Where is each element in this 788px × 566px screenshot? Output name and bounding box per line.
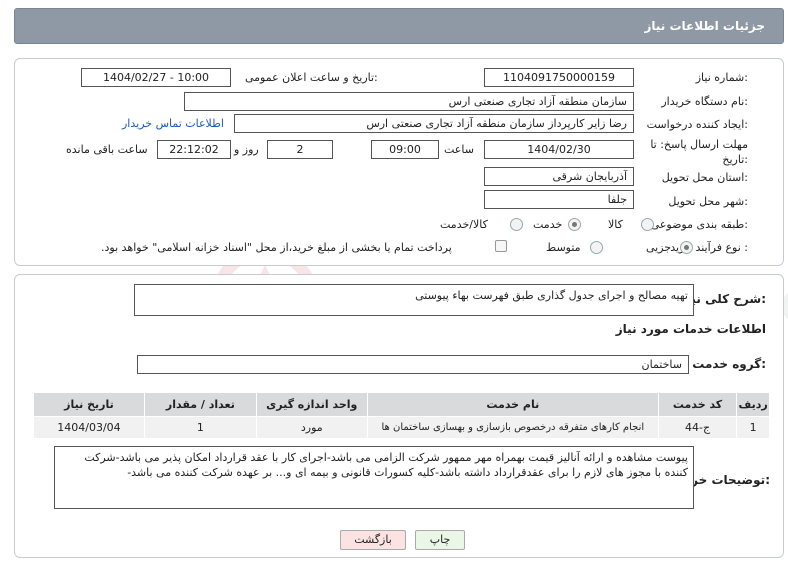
need-number-label: شماره نیاز: [695, 71, 748, 84]
col-header-code: کد خدمت [657, 392, 738, 417]
print-button[interactable]: چاپ [415, 530, 465, 550]
table-row: 1 ج-44 انجام کارهای متفرقه درخصوص بازساز… [33, 416, 770, 439]
need-summary-field[interactable]: تهیه مصالح و اجرای جدول گذاری طبق فهرست … [134, 284, 694, 316]
process-radio-minor[interactable] [680, 241, 693, 254]
remaining-time-field[interactable]: 22:12:02 [157, 140, 231, 159]
city-field[interactable]: جلفا [484, 190, 634, 209]
service-group-field[interactable]: ساختمان [137, 355, 689, 374]
col-header-quantity: تعداد / مقدار [143, 392, 257, 417]
services-table: ردیف کد خدمت نام خدمت واحد اندازه گیری ت… [33, 392, 770, 439]
cell-row-number: 1 [736, 416, 770, 439]
col-header-name: نام خدمت [366, 392, 659, 417]
back-button[interactable]: بازگشت [340, 530, 406, 550]
col-header-row: ردیف [736, 392, 770, 417]
deadline-time-field[interactable]: 09:00 [371, 140, 439, 159]
creator-field[interactable]: رضا زاير کارپرداز سازمان منطقه آزاد تجار… [234, 114, 634, 133]
category-option-service: خدمت [533, 218, 563, 231]
page-title-bar: جزئیات اطلاعات نیاز [14, 8, 784, 44]
need-number-field[interactable]: 1104091750000159 [484, 68, 634, 87]
buyer-notes-field[interactable]: پیوست مشاهده و ارائه آنالیز قیمت بهمراه … [54, 446, 694, 509]
cell-service-name: انجام کارهای متفرقه درخصوص بازسازی و بهس… [366, 416, 659, 439]
province-field[interactable]: آذربایجان شرقی [484, 167, 634, 186]
announce-datetime-label: تاریخ و ساعت اعلان عمومی: [245, 71, 378, 84]
services-section-title: اطلاعات خدمات مورد نیاز [615, 322, 766, 336]
treasury-payment-note: پرداخت تمام یا بخشی از مبلغ خرید،از محل … [101, 241, 452, 254]
cell-service-code: ج-44 [657, 416, 738, 439]
creator-label: ایجاد کننده درخواست: [646, 118, 748, 131]
remaining-time-label: ساعت باقی مانده [66, 143, 148, 156]
service-group-label: گروه خدمت: [692, 357, 766, 371]
deadline-time-label: ساعت [444, 143, 474, 156]
page-title: جزئیات اطلاعات نیاز [644, 19, 765, 33]
province-label: استان محل تحویل: [661, 171, 748, 184]
category-radio-goods[interactable] [641, 218, 654, 231]
col-header-unit: واحد اندازه گیری [255, 392, 368, 417]
deadline-label: مهلت ارسال پاسخ: تا تاریخ: [650, 138, 748, 166]
category-option-goods: کالا [608, 218, 623, 231]
buyer-contact-link[interactable]: اطلاعات تماس خریدار [122, 117, 224, 130]
remaining-days-label: روز و [234, 143, 259, 156]
cell-quantity: 1 [143, 416, 257, 439]
process-option-minor: جزیی [646, 241, 672, 254]
buyer-org-label: نام دستگاه خریدار: [661, 95, 748, 108]
deadline-date-field[interactable]: 1404/02/30 [484, 140, 634, 159]
col-header-date: تاریخ نیاز [33, 392, 145, 417]
cell-unit: مورد [255, 416, 368, 439]
category-radio-service[interactable] [568, 218, 581, 231]
cell-need-date: 1404/03/04 [33, 416, 145, 439]
category-option-goods-service: کالا/خدمت [440, 218, 488, 231]
process-radio-medium[interactable] [590, 241, 603, 254]
category-label: طبقه بندی موضوعی: [650, 218, 748, 231]
process-option-medium: متوسط [546, 241, 581, 254]
remaining-days-field[interactable]: 2 [267, 140, 333, 159]
city-label: شهر محل تحویل: [668, 195, 748, 208]
buyer-org-field[interactable]: سازمان منطقه آزاد تجاری صنعتی ارس [184, 92, 634, 111]
category-radio-goods-service[interactable] [510, 218, 523, 231]
announce-datetime-field[interactable]: 1404/02/27 - 10:00 [81, 68, 231, 87]
services-table-header: ردیف کد خدمت نام خدمت واحد اندازه گیری ت… [33, 392, 770, 417]
treasury-payment-checkbox[interactable] [495, 240, 507, 252]
